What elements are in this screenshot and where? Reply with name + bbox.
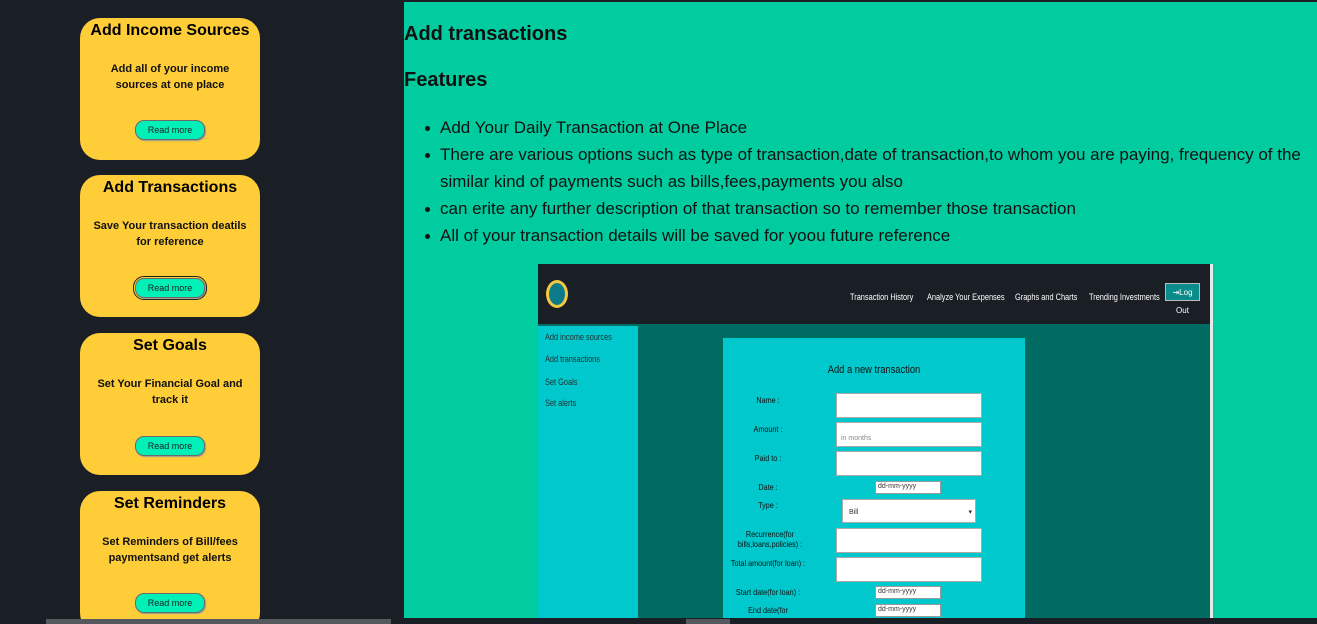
preview-select-value: Bill — [849, 509, 859, 516]
preview-label: Date : — [758, 482, 778, 492]
features-heading: Features — [404, 69, 488, 91]
preview-logout-button: ⇥Log Out — [1165, 283, 1200, 315]
card-title: Set Reminders — [113, 495, 227, 512]
card-description: Save Your transaction deatils for refere… — [93, 220, 247, 248]
horizontal-scrollbar[interactable] — [46, 619, 391, 624]
preview-input: in months — [836, 422, 982, 447]
card-description: Set Your Financial Goal and track it — [97, 378, 243, 406]
chevron-down-icon: ▾ — [968, 509, 972, 516]
card-transactions: Add Transactions Save Your transaction d… — [80, 175, 260, 317]
card-title: Set Goals — [133, 337, 207, 354]
card-title: Add Transactions — [102, 179, 238, 196]
preview-date-input: dd-mm-yyyy — [875, 604, 941, 617]
preview-side-item: Add transactions — [545, 354, 600, 364]
preview-navbar: Transaction History Analyze Your Expense… — [538, 264, 1210, 324]
page: Add Income Sources Add all of your incom… — [0, 0, 1317, 624]
preview-label: Start date(for loan) : — [735, 587, 801, 597]
list-item-continuation: can erite any further description of tha… — [425, 195, 1310, 222]
preview-select: Bill ▾ — [842, 499, 976, 523]
read-more-button[interactable]: Read more — [135, 120, 205, 140]
features-list: Add Your Daily Transaction at One Place … — [425, 114, 1310, 249]
preview-nav-item: Graphs and Charts — [1015, 292, 1078, 302]
horizontal-scrollbar-thumb[interactable] — [686, 619, 730, 624]
card-reminders: Set Reminders Set Reminders of Bill/fees… — [80, 491, 260, 624]
preview-label: End date(for — [748, 605, 788, 615]
card-income-sources: Add Income Sources Add all of your incom… — [80, 18, 260, 160]
preview-label: Total amount(for loan) : — [730, 558, 806, 568]
preview-date-input: dd-mm-yyyy — [875, 481, 941, 494]
preview-nav-item: Analyze Your Expenses — [927, 292, 1005, 302]
card-goals: Set Goals Set Your Financial Goal and tr… — [80, 333, 260, 475]
preview-date-input: dd-mm-yyyy — [875, 586, 941, 599]
preview-input — [836, 451, 982, 476]
read-more-button[interactable]: Read more — [133, 276, 207, 300]
preview-nav-item: Trending Investments — [1089, 292, 1160, 302]
logo-icon — [546, 280, 568, 308]
preview-input — [836, 393, 982, 418]
preview-side-item: Add income sources — [545, 332, 612, 342]
preview-label: Amount : — [753, 424, 783, 434]
preview-form: Add a new transaction Name : Amount : in… — [723, 338, 1025, 618]
preview-form-title: Add a new transaction — [827, 364, 921, 376]
card-title: Add Income Sources — [90, 22, 250, 39]
preview-label: Paid to : — [754, 453, 782, 463]
read-more-button[interactable]: Read more — [135, 593, 205, 613]
read-more-button[interactable]: Read more — [135, 436, 205, 456]
preview-input — [836, 528, 982, 553]
preview-side-item: Set Goals — [545, 377, 578, 387]
page-title: Add transactions — [404, 23, 568, 45]
preview-input — [836, 557, 982, 582]
list-item: Add Your Daily Transaction at One Place — [425, 114, 1310, 141]
preview-side-item: Set alerts — [545, 398, 577, 408]
list-item: There are various options such as type o… — [425, 141, 1310, 195]
preview-sidebar: Add income sources Add transactions Set … — [538, 326, 638, 618]
preview-nav-item: Transaction History — [850, 292, 914, 302]
sidebar: Add Income Sources Add all of your incom… — [0, 0, 404, 624]
card-description: Set Reminders of Bill/fees paymentsand g… — [102, 536, 238, 564]
preview-label: Recurrence(for bills,loans,policies) : — [737, 529, 803, 549]
preview-label: Name : — [756, 395, 780, 405]
preview-label: Type : — [758, 500, 778, 510]
main-content: Add transactions Features Add Your Daily… — [404, 2, 1317, 618]
card-description: Add all of your income sources at one pl… — [110, 63, 230, 91]
app-preview-image: Transaction History Analyze Your Expense… — [538, 264, 1213, 618]
list-item: All of your transaction details will be … — [425, 222, 1310, 249]
